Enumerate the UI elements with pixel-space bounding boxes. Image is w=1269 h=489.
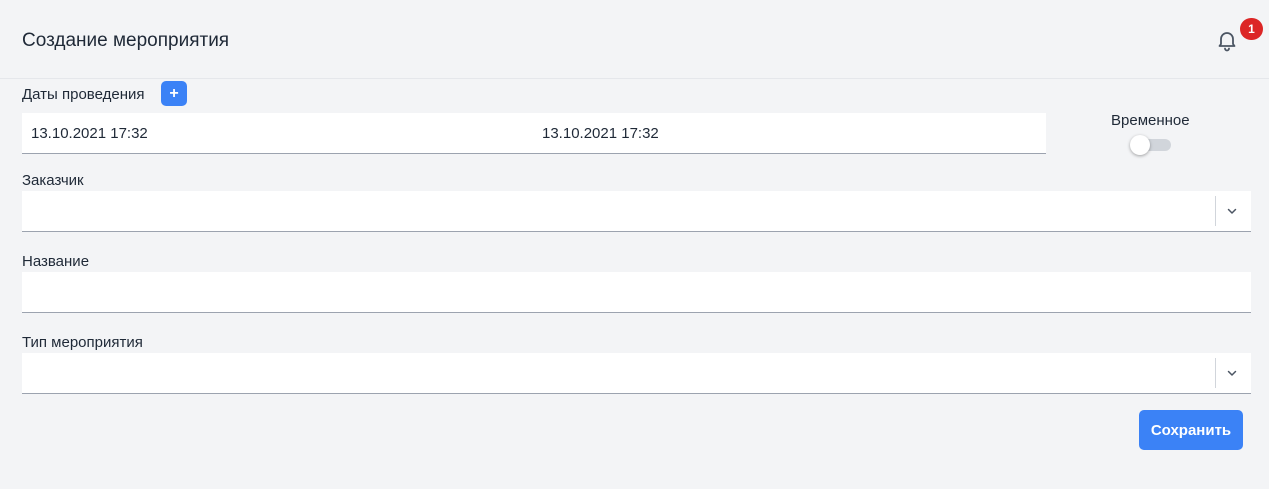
notification-badge[interactable]: 1 bbox=[1240, 18, 1263, 40]
chevron-down-icon[interactable] bbox=[1225, 204, 1239, 218]
temporary-label: Временное bbox=[1111, 112, 1190, 129]
chevron-down-icon[interactable] bbox=[1225, 366, 1239, 380]
select-divider bbox=[1215, 196, 1216, 226]
add-date-button[interactable]: + bbox=[161, 81, 187, 106]
name-input[interactable] bbox=[22, 272, 1251, 313]
event-create-page: Создание мероприятия 1 Даты проведения +… bbox=[0, 0, 1269, 489]
select-divider bbox=[1215, 358, 1216, 388]
event-type-label: Тип мероприятия bbox=[22, 334, 143, 351]
bell-icon[interactable] bbox=[1215, 28, 1239, 52]
save-button[interactable]: Сохранить bbox=[1139, 410, 1243, 450]
temporary-toggle[interactable] bbox=[1130, 135, 1172, 155]
customer-select[interactable] bbox=[22, 191, 1251, 232]
date-start-value: 13.10.2021 17:32 bbox=[31, 125, 148, 142]
toggle-knob bbox=[1130, 135, 1150, 155]
date-start-field[interactable]: 13.10.2021 17:32 bbox=[22, 113, 534, 154]
event-type-select[interactable] bbox=[22, 353, 1251, 394]
customer-label: Заказчик bbox=[22, 172, 84, 189]
dates-label: Даты проведения bbox=[22, 86, 145, 103]
name-label: Название bbox=[22, 253, 90, 270]
date-end-field[interactable]: 13.10.2021 17:32 bbox=[534, 113, 1046, 154]
page-title: Создание мероприятия bbox=[22, 30, 230, 51]
date-end-value: 13.10.2021 17:32 bbox=[542, 125, 659, 142]
page-header: Создание мероприятия 1 bbox=[0, 0, 1269, 79]
